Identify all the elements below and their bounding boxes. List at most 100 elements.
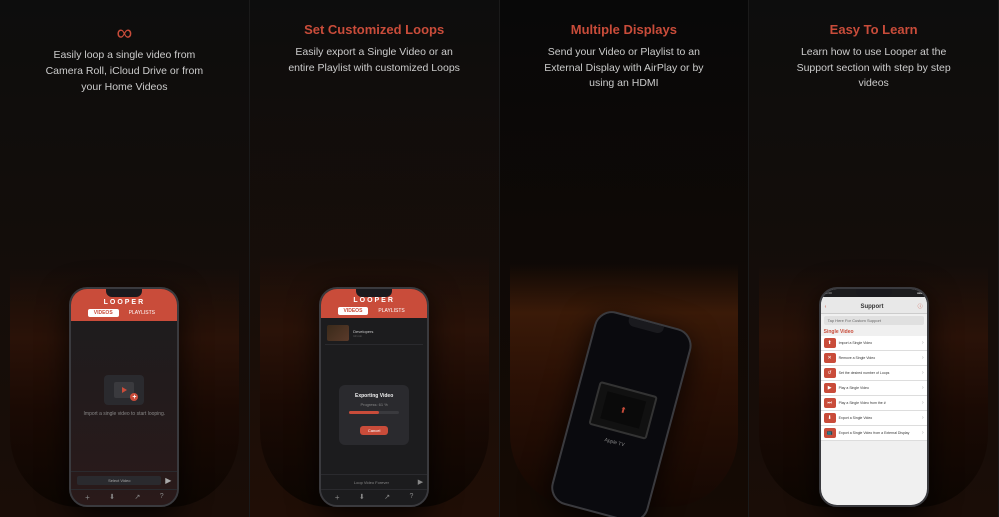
loop-forever-label: Loop Video Forever <box>325 480 418 485</box>
support-icon-2: ✕ <box>824 353 836 363</box>
panel-1: ∞ Easily loop a single video from Camera… <box>0 0 250 517</box>
support-title: Support <box>826 304 917 310</box>
thumb-1 <box>327 325 349 341</box>
notch-1 <box>106 289 142 297</box>
airplay-symbol: ⬆ <box>619 405 628 415</box>
chevron-4: › <box>922 385 924 391</box>
help-icon[interactable]: ? <box>160 493 164 502</box>
phone-1: LOOPER VIDEOS PLAYLISTS + <box>69 287 179 507</box>
support-search[interactable]: Tap Here For Custom Support <box>824 316 924 325</box>
chevron-5: › <box>922 400 924 406</box>
bottom-toolbar-2: + ⬇ ↗ ? <box>321 489 427 505</box>
support-header: ‹ Support ⓘ <box>821 297 927 314</box>
support-list: ⬆ Import a Single Video › ✕ Remove a Sin… <box>821 336 927 441</box>
app-tabs-1: VIDEOS PLAYLISTS <box>88 309 161 317</box>
play-icon <box>122 387 127 393</box>
support-item-2[interactable]: ✕ Remove a Single Video › <box>821 351 927 366</box>
footer-panel-2: Loop Video Forever ▶ + ⬇ ↗ ? <box>321 474 427 505</box>
export-overlay: Exporting Video Progress: 61 % Cancel <box>339 385 409 445</box>
app-logo-2: LOOPER <box>353 297 395 304</box>
tab-videos-2[interactable]: VIDEOS <box>338 307 369 315</box>
screen-2: LOOPER VIDEOS PLAYLISTS Developers 10 mi… <box>321 289 427 505</box>
panel-2-desc: Easily export a Single Video or an entir… <box>284 45 464 77</box>
tab-playlists-1[interactable]: PLAYLISTS <box>123 309 161 317</box>
add-icon-2[interactable]: + <box>335 493 340 502</box>
list-title: Developers <box>353 329 373 334</box>
support-item-4[interactable]: ▶ Play a Single Video › <box>821 381 927 396</box>
chevron-3: › <box>922 370 924 376</box>
export-icon-sm: ⬇ <box>828 415 832 421</box>
notch-4 <box>856 289 892 297</box>
plus-badge: + <box>130 393 138 401</box>
download-icon[interactable]: ⬇ <box>109 493 115 502</box>
panel-3: Multiple Displays Send your Video or Pla… <box>500 0 750 517</box>
panel-2: Set Customized Loops Easily export a Sin… <box>250 0 500 517</box>
phone-4: 11:00 ■■■ ‹ Support ⓘ Tap Here For Custo… <box>819 287 929 507</box>
screen-1: LOOPER VIDEOS PLAYLISTS + <box>71 289 177 505</box>
panel-4: Easy To Learn Learn how to use Looper at… <box>749 0 999 517</box>
app-body-1: + Import a single video to start looping… <box>71 321 177 471</box>
support-item-7[interactable]: 📺 Export a Single Video from a External … <box>821 426 927 441</box>
panel-4-title: Easy To Learn <box>830 22 918 39</box>
phone-frame-4: 11:00 ■■■ ‹ Support ⓘ Tap Here For Custo… <box>819 287 929 507</box>
export-title: Exporting Video <box>349 393 399 399</box>
support-icon-3: ↺ <box>824 368 836 378</box>
app-tabs-2: VIDEOS PLAYLISTS <box>338 307 411 315</box>
support-item-text-5: Play a Single Video from the # <box>839 401 886 406</box>
panel-1-desc: Easily loop a single video from Camera R… <box>34 48 214 95</box>
list-sub: 10 min <box>353 334 373 338</box>
import-icon-box: + <box>104 375 144 405</box>
panel-2-title: Set Customized Loops <box>304 22 444 39</box>
support-item-6[interactable]: ⬇ Export a Single Video › <box>821 411 927 426</box>
select-video-btn[interactable]: Select Video <box>77 476 161 485</box>
export-sub: Progress: 61 % <box>349 402 399 407</box>
display-label: Apple TV <box>604 437 625 448</box>
support-item-3[interactable]: ↺ Set the desired number of Loops › <box>821 366 927 381</box>
phone-wrapper-4: 11:00 ■■■ ‹ Support ⓘ Tap Here For Custo… <box>759 102 988 507</box>
support-item-text-1: Import a Single Video <box>839 341 872 346</box>
share-icon[interactable]: ↗ <box>134 493 140 502</box>
import-icon-inner: + <box>114 382 134 398</box>
panel-4-desc: Learn how to use Looper at the Support s… <box>784 45 964 92</box>
cancel-btn[interactable]: Cancel <box>360 426 388 435</box>
chevron-2: › <box>922 355 924 361</box>
loop-forever-bar: Loop Video Forever ▶ <box>321 474 427 489</box>
panel-3-desc: Send your Video or Playlist to an Extern… <box>534 45 714 92</box>
play-footer-icon[interactable]: ▶ <box>165 476 171 485</box>
info-icon[interactable]: ⓘ <box>918 303 923 310</box>
app-logo-1: LOOPER <box>104 299 146 306</box>
play-num-icon-sm: ⏭ <box>827 400 832 406</box>
phone-frame-1: LOOPER VIDEOS PLAYLISTS + <box>69 287 179 507</box>
tab-videos-1[interactable]: VIDEOS <box>88 309 119 317</box>
tv-display-icon: ⬆ <box>588 380 658 439</box>
support-item-5[interactable]: ⏭ Play a Single Video from the # › <box>821 396 927 411</box>
support-icon-4: ▶ <box>824 383 836 393</box>
loop-icon: ∞ <box>117 22 133 44</box>
phone-wrapper-2: LOOPER VIDEOS PLAYLISTS Developers 10 mi… <box>260 86 489 507</box>
support-item-text-2: Remove a Single Video <box>839 356 876 361</box>
share-icon-2[interactable]: ↗ <box>384 493 390 502</box>
play-icon-2[interactable]: ▶ <box>418 478 423 486</box>
import-label: Import a single video to start looping. <box>84 411 166 417</box>
play-icon-sm: ▶ <box>828 385 832 391</box>
progress-bar-fill <box>349 411 379 414</box>
support-item-text-3: Set the desired number of Loops <box>839 371 890 376</box>
list-text-group: Developers 10 min <box>353 329 373 338</box>
battery-icon: ■■■ <box>917 291 922 295</box>
support-icon-5: ⏭ <box>824 398 836 408</box>
tv-screen: ⬆ <box>600 391 646 428</box>
phone-wrapper-3: ⬆ Apple TV <box>510 102 739 507</box>
add-icon[interactable]: + <box>85 493 90 502</box>
support-item-1[interactable]: ⬆ Import a Single Video › <box>821 336 927 351</box>
help-icon-2[interactable]: ? <box>409 493 413 502</box>
support-icon-6: ⬇ <box>824 413 836 423</box>
remove-icon-sm: ✕ <box>828 355 832 361</box>
list-item-1: Developers 10 min <box>325 322 423 345</box>
loops-icon-sm: ↺ <box>828 370 832 376</box>
support-icon-7: 📺 <box>824 428 836 438</box>
download-icon-2[interactable]: ⬇ <box>359 493 365 502</box>
chevron-6: › <box>922 415 924 421</box>
screen-4: 11:00 ■■■ ‹ Support ⓘ Tap Here For Custo… <box>821 289 927 505</box>
support-icon-1: ⬆ <box>824 338 836 348</box>
tab-playlists-2[interactable]: PLAYLISTS <box>372 307 410 315</box>
